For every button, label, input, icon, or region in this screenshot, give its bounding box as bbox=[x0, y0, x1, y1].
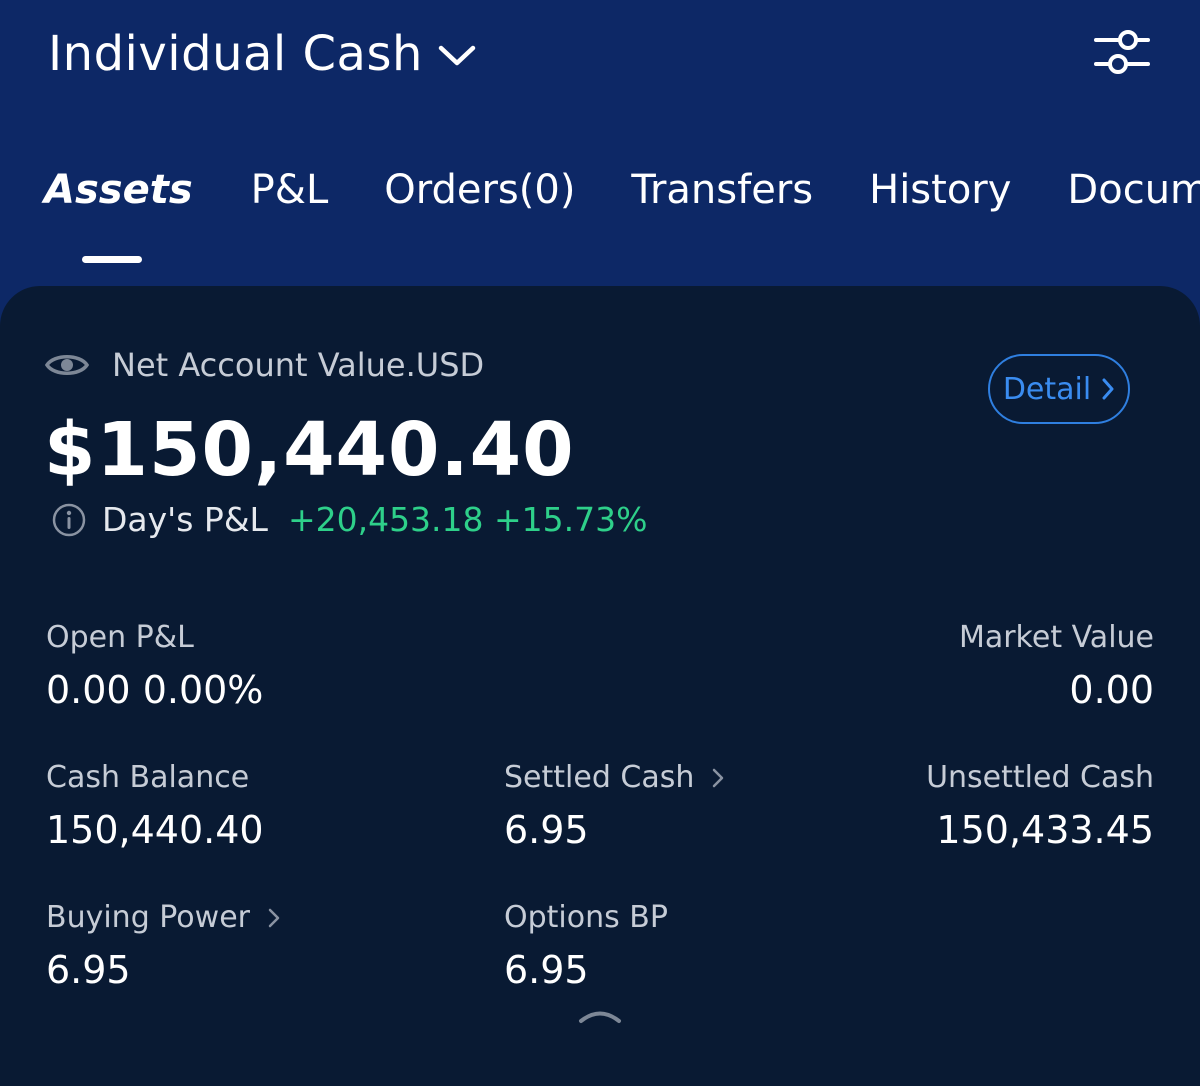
account-tabs: Assets P&L Orders(0) Transfers History D… bbox=[44, 160, 1200, 220]
tab-transfers[interactable]: Transfers bbox=[631, 160, 813, 220]
day-pl-value: +20,453.18 +15.73% bbox=[287, 500, 648, 539]
eye-icon[interactable] bbox=[44, 349, 90, 381]
collapse-arrow-icon[interactable] bbox=[578, 1008, 622, 1024]
chevron-right-icon bbox=[268, 908, 280, 928]
day-pl-label: Day's P&L bbox=[102, 500, 268, 539]
chevron-right-icon bbox=[713, 768, 724, 788]
options-bp-label: Options BP bbox=[504, 900, 668, 935]
filter-sliders-icon[interactable] bbox=[1092, 26, 1152, 78]
app-header: Individual Cash Assets P&L Orders(0) Tra… bbox=[0, 0, 1200, 310]
net-account-value-label: Net Account Value.USD bbox=[112, 346, 485, 384]
cash-balance-value: 150,440.40 bbox=[46, 808, 264, 852]
active-tab-indicator bbox=[82, 256, 142, 263]
account-selector[interactable]: Individual Cash bbox=[48, 24, 477, 84]
settled-cash-link[interactable]: Settled Cash bbox=[504, 758, 724, 798]
options-bp-value: 6.95 bbox=[504, 948, 589, 992]
chevron-right-icon bbox=[1102, 378, 1114, 400]
settled-cash-label: Settled Cash bbox=[504, 760, 695, 795]
market-value-label: Market Value bbox=[958, 620, 1154, 655]
info-icon[interactable] bbox=[52, 503, 86, 537]
detail-button[interactable]: Detail bbox=[988, 354, 1130, 424]
tab-pl[interactable]: P&L bbox=[251, 160, 329, 220]
day-pl-row: Day's P&L +20,453.18 +15.73% bbox=[52, 500, 648, 539]
buying-power-link[interactable]: Buying Power bbox=[46, 898, 280, 938]
detail-button-label: Detail bbox=[1002, 371, 1092, 407]
cash-balance-label: Cash Balance bbox=[46, 760, 250, 795]
buying-power-value: 6.95 bbox=[46, 948, 131, 992]
unsettled-cash-value: 150,433.45 bbox=[936, 808, 1154, 852]
net-account-value: $150,440.40 bbox=[44, 407, 575, 493]
tab-orders[interactable]: Orders(0) bbox=[384, 160, 575, 220]
market-value-value: 0.00 bbox=[1069, 668, 1154, 712]
tab-history[interactable]: History bbox=[869, 160, 1011, 220]
buying-power-label: Buying Power bbox=[46, 900, 250, 935]
settled-cash-value: 6.95 bbox=[504, 808, 589, 852]
chevron-down-icon bbox=[438, 45, 476, 66]
tab-documents[interactable]: Docume bbox=[1067, 160, 1200, 220]
tab-assets[interactable]: Assets bbox=[44, 160, 193, 220]
open-pl-label: Open P&L bbox=[46, 620, 194, 655]
net-account-value-header: Net Account Value.USD bbox=[44, 340, 484, 390]
account-name: Individual Cash bbox=[48, 26, 423, 82]
open-pl-value: 0.00 0.00% bbox=[46, 668, 264, 712]
unsettled-cash-label: Unsettled Cash bbox=[926, 760, 1154, 795]
